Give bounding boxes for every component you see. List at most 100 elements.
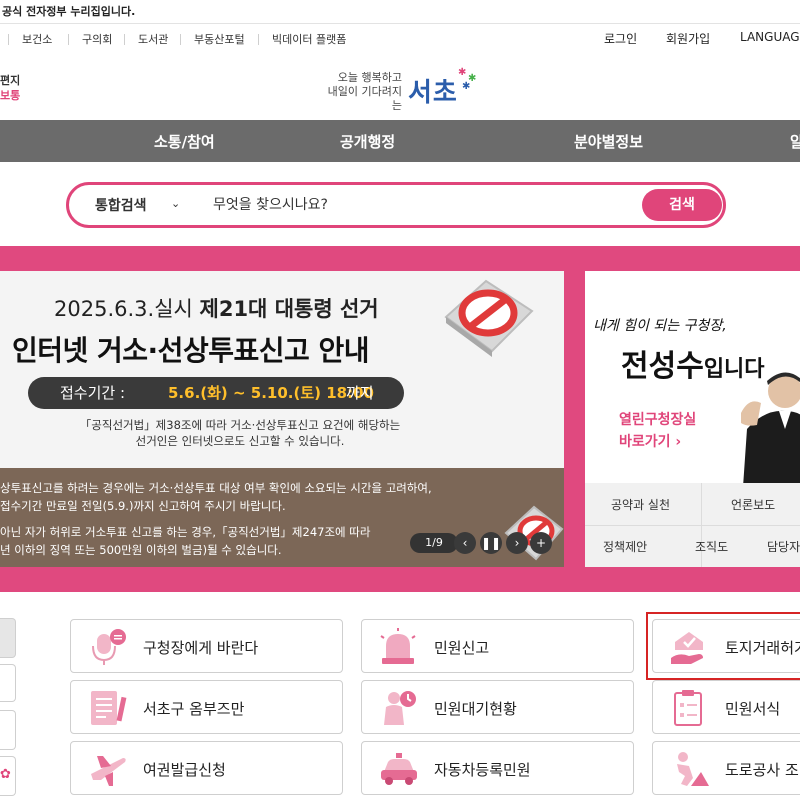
service-label: 민원대기현황 bbox=[434, 700, 517, 718]
banner-title-bold: 제21대 대통령 선거 bbox=[199, 297, 379, 321]
nav-item-communication[interactable]: 소통/참여 bbox=[154, 131, 215, 152]
service-label: 구청장에게 바란다 bbox=[143, 639, 259, 657]
period-pill: 접수기간 : 5.6.(화) ~ 5.10.(토) 18:00 까지 bbox=[28, 377, 404, 409]
search-input[interactable] bbox=[213, 193, 613, 217]
service-ombudsman[interactable]: 서초구 옴부즈만 bbox=[70, 680, 343, 734]
banner-description: 「공직선거법」제38조에 따라 거소·선상투표신고 요건에 해당하는 선거인은 … bbox=[60, 417, 420, 449]
divider bbox=[68, 34, 69, 45]
banner-title-prefix: 2025.6.3.실시 bbox=[54, 297, 200, 321]
document-pen-icon bbox=[91, 691, 127, 725]
slide-counter: 1/9 bbox=[410, 533, 458, 553]
gear-icon: ✿ bbox=[0, 767, 11, 782]
nav-item-field-info[interactable]: 분야별정보 bbox=[574, 131, 643, 152]
side-menu-stub[interactable]: ✿ bbox=[0, 756, 16, 796]
gov-banner: 공식 전자정부 누리집입니다. bbox=[0, 0, 800, 24]
brand-slogan-line2: 내일이 기다려지는 bbox=[327, 85, 402, 112]
pause-slide-button[interactable]: ❚❚ bbox=[480, 532, 502, 554]
banner-notice: 상투표신고를 하려는 경우에는 거소·선상투표 대상 여부 확인에 소요되는 시… bbox=[0, 468, 564, 567]
util-link-real-estate[interactable]: 부동산포털 bbox=[194, 31, 245, 47]
banner-title-line2: 인터넷 거소·선상투표신고 안내 bbox=[12, 334, 370, 367]
chevron-down-icon[interactable]: ⌄ bbox=[171, 197, 180, 210]
divider bbox=[124, 34, 125, 45]
mayor-card: 내게 힘이 되는 구청장, 전성수입니다 열린구청장실 바로가기 › 공약과 실… bbox=[585, 271, 800, 567]
mayor-name-text: 전성수 bbox=[621, 349, 704, 384]
service-label: 자동차등록민원 bbox=[434, 761, 531, 779]
service-civil-forms[interactable]: 민원서식 bbox=[652, 680, 800, 734]
selection-highlight bbox=[646, 612, 800, 680]
brand-slogan-line1: 오늘 행복하고 bbox=[337, 71, 402, 84]
period-date: 5.6.(화) ~ 5.10.(토) 18:00 bbox=[168, 384, 374, 402]
login-link[interactable]: 로그인 bbox=[604, 30, 637, 47]
language-link[interactable]: LANGUAGE bbox=[740, 30, 800, 44]
car-icon bbox=[381, 753, 417, 785]
period-label: 접수기간 : bbox=[60, 384, 126, 402]
side-menu-stub[interactable] bbox=[0, 618, 16, 658]
utility-bar: 보건소 구의회 도서관 부동산포털 빅데이터 플랫폼 로그인 회원가입 LANG… bbox=[0, 25, 800, 53]
search-button[interactable]: 검색 bbox=[642, 189, 722, 221]
tab-press[interactable]: 언론보도 bbox=[731, 496, 775, 513]
site-header: 편지 보통 오늘 행복하고 내일이 기다려지는 서초 ✱ ✱ ✱ bbox=[0, 54, 800, 120]
nav-item-more[interactable]: 알 bbox=[790, 131, 800, 152]
open-mayor-office-link[interactable]: 열린구청장실 bbox=[619, 409, 696, 429]
banner-desc-line2: 선거인은 인터넷으로도 신고할 수 있습니다. bbox=[135, 434, 345, 448]
signup-link[interactable]: 회원가입 bbox=[666, 30, 710, 47]
microphone-icon bbox=[92, 629, 126, 665]
service-label: 도로공사 조 bbox=[725, 761, 799, 779]
main-nav: 소통/참여 공개행정 분야별정보 알 bbox=[0, 120, 800, 162]
banner-desc-line1: 「공직선거법」제38조에 따라 거소·선상투표신고 요건에 해당하는 bbox=[79, 418, 401, 432]
prev-slide-button[interactable]: ‹ bbox=[454, 532, 476, 554]
chevron-left-icon: ‹ bbox=[462, 536, 468, 550]
pause-icon: ❚❚ bbox=[480, 536, 502, 550]
tab-pledges[interactable]: 공약과 실천 bbox=[611, 496, 670, 513]
tab-org-chart[interactable]: 조직도 bbox=[695, 538, 728, 555]
chevron-right-icon: › bbox=[514, 536, 520, 550]
divider bbox=[180, 34, 181, 45]
partner-logo-subtext[interactable]: 보통 bbox=[0, 87, 20, 103]
gov-banner-text: 공식 전자정부 누리집입니다. bbox=[2, 5, 136, 18]
search-category-select[interactable]: 통합검색 bbox=[95, 195, 147, 215]
go-to-link[interactable]: 바로가기 › bbox=[619, 431, 681, 451]
side-menu-stub[interactable] bbox=[0, 664, 16, 702]
road-work-icon bbox=[677, 752, 709, 786]
brand-name: 서초 bbox=[408, 78, 458, 108]
nav-item-public-admin[interactable]: 공개행정 bbox=[340, 131, 395, 152]
divider bbox=[8, 34, 9, 45]
util-link-library[interactable]: 도서관 bbox=[138, 31, 168, 47]
mayor-tabs: 공약과 실천 언론보도 정책제안 조직도 담당자 bbox=[585, 483, 800, 567]
tab-policy-proposal[interactable]: 정책제안 bbox=[603, 538, 647, 555]
partner-logo-text[interactable]: 편지 bbox=[0, 72, 20, 88]
election-banner[interactable]: 2025.6.3.실시 제21대 대통령 선거 인터넷 거소·선상투표신고 안내… bbox=[0, 271, 564, 567]
waiting-person-icon bbox=[384, 691, 416, 725]
star-icon: ✱ bbox=[462, 81, 471, 92]
mayor-tagline: 내게 힘이 되는 구청장, bbox=[593, 318, 727, 334]
service-mayor-petition[interactable]: 구청장에게 바란다 bbox=[70, 619, 343, 673]
banner-title-line1: 2025.6.3.실시 제21대 대통령 선거 bbox=[54, 293, 379, 323]
service-car-registration[interactable]: 자동차등록민원 bbox=[361, 741, 634, 795]
service-passport[interactable]: 여권발급신청 bbox=[70, 741, 343, 795]
seocho-logo[interactable]: 오늘 행복하고 내일이 기다려지는 서초 ✱ ✱ ✱ bbox=[318, 67, 488, 113]
divider bbox=[258, 34, 259, 45]
notice-line4: 년 이하의 징역 또는 500만원 이하의 벌금)될 수 있습니다. bbox=[0, 543, 282, 557]
service-label: 민원서식 bbox=[725, 700, 781, 718]
tab-staff[interactable]: 담당자 bbox=[767, 538, 800, 555]
service-road-work[interactable]: 도로공사 조 bbox=[652, 741, 800, 795]
service-waiting-status[interactable]: 민원대기현황 bbox=[361, 680, 634, 734]
airplane-icon bbox=[91, 756, 126, 786]
next-slide-button[interactable]: › bbox=[506, 532, 528, 554]
star-icon: ✱ bbox=[458, 67, 467, 78]
prohibited-sign-icon bbox=[504, 505, 564, 561]
service-label: 민원신고 bbox=[434, 639, 490, 657]
divider bbox=[585, 525, 800, 526]
period-suffix: 까지 bbox=[346, 384, 374, 402]
util-link-bigdata[interactable]: 빅데이터 플랫폼 bbox=[272, 31, 346, 47]
util-link-district-council[interactable]: 구의회 bbox=[82, 31, 112, 47]
util-link-health-center[interactable]: 보건소 bbox=[22, 31, 52, 47]
side-menu-stub[interactable] bbox=[0, 710, 16, 750]
service-label: 서초구 옴부즈만 bbox=[143, 700, 245, 718]
page: 공식 전자정부 누리집입니다. 보건소 구의회 도서관 부동산포털 빅데이터 플… bbox=[0, 0, 800, 800]
expand-slide-button[interactable]: + bbox=[530, 532, 552, 554]
service-civil-report[interactable]: 민원신고 bbox=[361, 619, 634, 673]
prohibited-sign-icon bbox=[444, 279, 534, 357]
notice-line1: 상투표신고를 하려는 경우에는 거소·선상투표 대상 여부 확인에 소요되는 시… bbox=[0, 481, 432, 495]
service-label: 여권발급신청 bbox=[143, 761, 226, 779]
